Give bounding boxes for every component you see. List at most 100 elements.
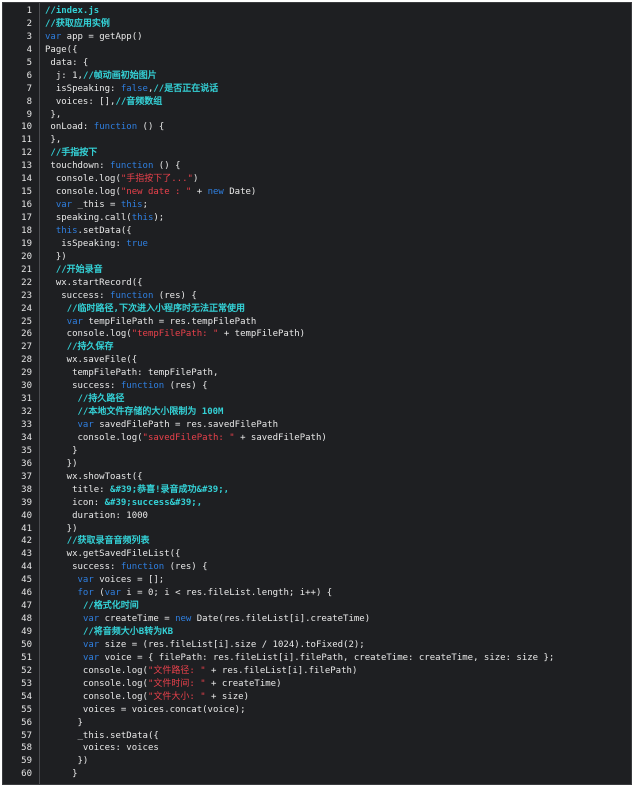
- code-line-content: for (var i = 0; i < res.fileList.length;…: [45, 587, 333, 600]
- code-string-literal: &#39;恭喜!录音成功&#39;,: [110, 484, 230, 495]
- code-editor[interactable]: 1//index.js 2//获取应用实例 3 var app = getApp() 4…: [2, 2, 632, 785]
- code-line-content: //持久保存: [45, 341, 114, 354]
- code-text: (res) {: [164, 381, 208, 392]
- code-line-content: }: [45, 717, 83, 730]
- code-keyword: var: [82, 652, 100, 663]
- line-number: 44: [21, 562, 32, 573]
- code-keyword: var: [66, 316, 83, 327]
- code-line-content: },: [45, 134, 61, 147]
- code-line-content: success: function (res) {: [45, 561, 208, 574]
- code-line-content: wx.startRecord({: [45, 277, 143, 290]
- line-number: 57: [21, 730, 32, 741]
- code-line: 41 }): [3, 523, 631, 536]
- line-number: 22: [21, 277, 32, 288]
- code-line-content: tempFilePath: tempFilePath,: [45, 367, 218, 380]
- code-text: () {: [153, 161, 181, 172]
- code-keyword: this: [55, 225, 78, 236]
- line-number: 28: [21, 355, 32, 366]
- code-line-content: //持久路径: [45, 393, 125, 406]
- code-text: },: [45, 135, 62, 146]
- code-comment: //持久路径: [77, 394, 125, 405]
- line-number: 4: [26, 44, 32, 55]
- line-number: 27: [21, 342, 32, 353]
- code-text: _this.setData({: [45, 730, 159, 741]
- code-line-content: var _this = this;: [45, 199, 148, 212]
- code-text: },: [45, 109, 62, 120]
- code-line-content: var app = getApp(): [45, 31, 143, 44]
- code-text: isSpeaking:: [45, 238, 127, 249]
- line-number: 23: [21, 290, 32, 301]
- code-line: 6 j: 1,//帧动画初始图片: [3, 70, 631, 83]
- code-line: 26 console.log("tempFilePath: " + tempFi…: [3, 328, 631, 341]
- code-lines: 1//index.js 2//获取应用实例 3 var app = getApp() 4…: [3, 5, 631, 781]
- code-text: title:: [45, 484, 111, 495]
- line-number: 6: [26, 70, 32, 81]
- code-line: 42 //获取录音音频列表: [3, 535, 631, 548]
- code-line-content: isSpeaking: false,//是否正在说话: [45, 83, 218, 96]
- line-number: 5: [26, 57, 32, 68]
- code-line: 59 }): [3, 755, 631, 768]
- code-text: size = (res.fileList[i].size / 1024).toF…: [99, 639, 365, 650]
- code-keyword: var: [55, 200, 73, 211]
- code-text: savedFilePath = res.savedFilePath: [93, 420, 279, 430]
- code-text: wx.getSavedFileList({: [45, 549, 181, 560]
- line-number: 31: [21, 394, 32, 405]
- code-line-content: j: 1,//帧动画初始图片: [45, 70, 157, 83]
- code-keyword: function: [93, 122, 138, 133]
- code-text: tempFilePath = res.tempFilePath: [82, 316, 257, 327]
- code-keyword: var: [82, 639, 100, 650]
- code-text: ;: [142, 200, 148, 211]
- line-number: 36: [21, 458, 32, 469]
- code-line: 29 tempFilePath: tempFilePath,: [3, 367, 631, 380]
- code-string: "savedFilePath: ": [142, 432, 235, 443]
- code-text: + res.fileList[i].filePath): [205, 665, 358, 676]
- line-number: 16: [21, 200, 32, 211]
- code-text: console.log(: [45, 432, 143, 443]
- code-keyword: this: [131, 213, 154, 223]
- code-line: 34 console.log("savedFilePath: " + saved…: [3, 432, 631, 445]
- code-text: }): [45, 756, 89, 767]
- code-line-content: //格式化时间: [45, 600, 139, 613]
- code-line: 17 speaking.call(this);: [3, 212, 631, 225]
- line-number: 49: [21, 627, 32, 637]
- code-string: "文件时间: ": [147, 678, 206, 689]
- code-line-content: isSpeaking: true: [45, 238, 148, 251]
- code-comment: //格式化时间: [82, 601, 139, 612]
- code-line-content: //本地文件存储的大小限制为 100M: [45, 406, 224, 419]
- code-text: () {: [137, 122, 165, 133]
- code-line-content: speaking.call(this);: [45, 212, 164, 225]
- code-string: "手指按下了...": [120, 174, 193, 185]
- code-line: 38 title: &#39;恭喜!录音成功&#39;,: [3, 484, 631, 497]
- code-line-content: }): [45, 458, 78, 471]
- line-number: 24: [21, 303, 32, 314]
- line-number: 37: [21, 471, 32, 482]
- code-text: (res) {: [153, 290, 197, 301]
- code-text: + savedFilePath): [234, 432, 327, 443]
- code-text: }): [45, 523, 78, 534]
- code-line-content: console.log("new date : " + new Date): [45, 186, 257, 199]
- code-keyword: var: [82, 614, 100, 625]
- code-string: "文件大小: ": [147, 691, 206, 702]
- code-line-content: data: {: [45, 57, 88, 70]
- code-text: voices: [],: [45, 96, 116, 107]
- code-line: 30 success: function (res) {: [3, 380, 631, 393]
- line-number: 45: [21, 575, 32, 586]
- code-line-content: voices: [],//音频数组: [45, 96, 162, 109]
- code-line: 50 var size = (res.fileList[i].size / 10…: [3, 639, 631, 652]
- line-number: 38: [21, 484, 32, 495]
- line-number: 20: [21, 251, 32, 262]
- code-line-content: wx.getSavedFileList({: [45, 548, 181, 561]
- line-number: 11: [21, 135, 32, 146]
- code-line: 15 console.log("new date : " + new Date): [3, 186, 631, 199]
- code-line: 20 }): [3, 251, 631, 264]
- code-line: 2 //获取应用实例: [3, 18, 631, 31]
- code-line: 33 var savedFilePath = res.savedFilePath: [3, 419, 631, 432]
- code-text: i = 0; i < res.fileList.length; i++) {: [120, 588, 333, 599]
- code-text: data: {: [45, 57, 89, 68]
